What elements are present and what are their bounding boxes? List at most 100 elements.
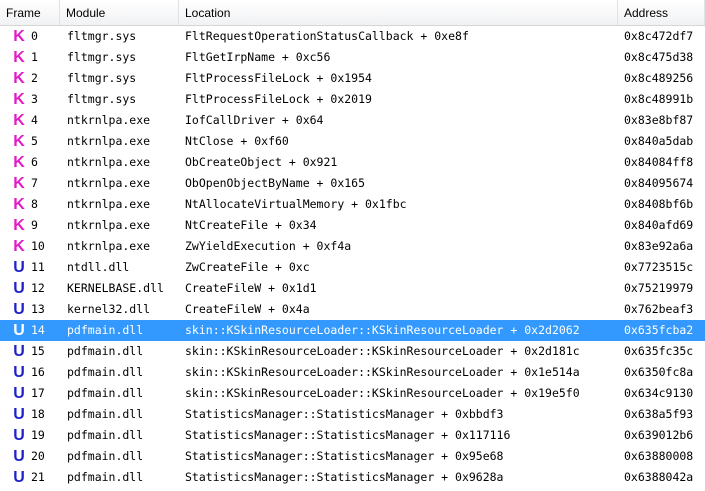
module-name: pdfmain.dll — [67, 407, 144, 421]
module-name: fltmgr.sys — [67, 71, 137, 85]
frame-number: 7 — [31, 176, 38, 190]
column-header-address[interactable]: Address — [618, 0, 705, 25]
location: skin::KSkinResourceLoader::KSkinResource… — [185, 365, 580, 379]
location: IofCallDriver + 0x64 — [185, 113, 324, 127]
module-name: pdfmain.dll — [67, 449, 144, 463]
address: 0x639012b6 — [624, 428, 694, 442]
module-name: pdfmain.dll — [67, 365, 144, 379]
address: 0x8c472df7 — [624, 29, 694, 43]
frame-number: 2 — [31, 71, 38, 85]
location: NtCreateFile + 0x34 — [185, 218, 317, 232]
address: 0x840afd69 — [624, 218, 694, 232]
location: skin::KSkinResourceLoader::KSkinResource… — [185, 344, 580, 358]
frame-number: 6 — [31, 155, 38, 169]
kernel-mode-icon: K — [13, 217, 25, 234]
module-name: ntkrnlpa.exe — [67, 239, 151, 253]
module-name: ntkrnlpa.exe — [67, 176, 151, 190]
table-row[interactable]: U 20 pdfmain.dll StatisticsManager::Statist… — [0, 446, 705, 467]
user-mode-icon: U — [13, 259, 25, 276]
frame-number: 14 — [31, 323, 45, 337]
table-row[interactable]: U 21 pdfmain.dll StatisticsManager::Statist… — [0, 467, 705, 488]
table-row[interactable]: U 13 kernel32.dll CreateFileW + 0x4a 0x762be… — [0, 299, 705, 320]
location: ZwCreateFile + 0xc — [185, 260, 310, 274]
frame-number: 1 — [31, 50, 38, 64]
frame-number: 10 — [31, 239, 45, 253]
address: 0x83e8bf87 — [624, 113, 694, 127]
table-row[interactable]: K 9 ntkrnlpa.exe NtCreateFile + 0x34 0x840af… — [0, 215, 705, 236]
user-mode-icon: U — [13, 448, 25, 465]
module-name: pdfmain.dll — [67, 344, 144, 358]
module-name: pdfmain.dll — [67, 470, 144, 484]
kernel-mode-icon: K — [13, 175, 25, 192]
table-row[interactable]: U 15 pdfmain.dll skin::KSkinResourceLoader:… — [0, 341, 705, 362]
address: 0x84084ff8 — [624, 155, 694, 169]
location: StatisticsManager::StatisticsManager + 0… — [185, 407, 504, 421]
location: FltProcessFileLock + 0x1954 — [185, 71, 372, 85]
user-mode-icon: U — [13, 406, 25, 423]
frame-number: 16 — [31, 365, 45, 379]
location: StatisticsManager::StatisticsManager + 0… — [185, 449, 504, 463]
table-row[interactable]: U 18 pdfmain.dll StatisticsManager::Statist… — [0, 404, 705, 425]
table-row[interactable]: K 4 ntkrnlpa.exe IofCallDriver + 0x64 0x83e8… — [0, 110, 705, 131]
kernel-mode-icon: K — [13, 112, 25, 129]
location: StatisticsManager::StatisticsManager + 0… — [185, 428, 511, 442]
table-row[interactable]: K 0 fltmgr.sys FltRequestOperationStatusCal… — [0, 26, 705, 47]
location: StatisticsManager::StatisticsManager + 0… — [185, 470, 504, 484]
module-name: ntkrnlpa.exe — [67, 155, 151, 169]
user-mode-icon: U — [13, 469, 25, 486]
table-row[interactable]: K 5 ntkrnlpa.exe NtClose + 0xf60 0x840a5dab — [0, 131, 705, 152]
frame-number: 0 — [31, 29, 38, 43]
table-row[interactable]: K 2 fltmgr.sys FltProcessFileLock + 0x1954 0… — [0, 68, 705, 89]
user-mode-icon: U — [13, 301, 25, 318]
frame-number: 12 — [31, 281, 45, 295]
frame-number: 4 — [31, 113, 38, 127]
column-header-location[interactable]: Location — [179, 0, 618, 25]
user-mode-icon: U — [13, 427, 25, 444]
table-row[interactable]: K 7 ntkrnlpa.exe ObOpenObjectByName + 0x165… — [0, 173, 705, 194]
location: CreateFileW + 0x4a — [185, 302, 310, 316]
table-row[interactable]: U 19 pdfmain.dll StatisticsManager::Statist… — [0, 425, 705, 446]
user-mode-icon: U — [13, 280, 25, 297]
location: ZwYieldExecution + 0xf4a — [185, 239, 352, 253]
table-row[interactable]: K 3 fltmgr.sys FltProcessFileLock + 0x2019 0… — [0, 89, 705, 110]
address: 0x75219979 — [624, 281, 694, 295]
frame-number: 15 — [31, 344, 45, 358]
frame-number: 20 — [31, 449, 45, 463]
table-row[interactable]: K 6 ntkrnlpa.exe ObCreateObject + 0x921 0x84… — [0, 152, 705, 173]
address: 0x7723515c — [624, 260, 694, 274]
address: 0x8c48991b — [624, 92, 694, 106]
module-name: ntkrnlpa.exe — [67, 197, 151, 211]
table-row[interactable]: K 10 ntkrnlpa.exe ZwYieldExecution + 0xf4a 0… — [0, 236, 705, 257]
address: 0x638a5f93 — [624, 407, 694, 421]
address: 0x63880008 — [624, 449, 694, 463]
location: FltGetIrpName + 0xc56 — [185, 50, 331, 64]
module-name: kernel32.dll — [67, 302, 151, 316]
table-row[interactable]: U 12 KERNELBASE.dll CreateFileW + 0x1d1 0x75… — [0, 278, 705, 299]
table-header: Frame Module Location Address — [0, 0, 705, 26]
user-mode-icon: U — [13, 385, 25, 402]
kernel-mode-icon: K — [13, 154, 25, 171]
column-header-module[interactable]: Module — [60, 0, 179, 25]
location: NtAllocateVirtualMemory + 0x1fbc — [185, 197, 407, 211]
user-mode-icon: U — [13, 322, 25, 339]
table-row[interactable]: K 8 ntkrnlpa.exe NtAllocateVirtualMemory + … — [0, 194, 705, 215]
table-row[interactable]: U 17 pdfmain.dll skin::KSkinResourceLoader:… — [0, 383, 705, 404]
kernel-mode-icon: K — [13, 238, 25, 255]
address: 0x84095674 — [624, 176, 694, 190]
module-name: ntdll.dll — [67, 260, 130, 274]
location: NtClose + 0xf60 — [185, 134, 289, 148]
stack-trace-table: Frame Module Location Address K 0 fltmgr.s… — [0, 0, 705, 491]
table-row[interactable]: U 14 pdfmain.dll skin::KSkinResourceLoader:… — [0, 320, 705, 341]
table-row[interactable]: K 1 fltmgr.sys FltGetIrpName + 0xc56 0x8c475… — [0, 47, 705, 68]
column-header-frame[interactable]: Frame — [0, 0, 60, 25]
kernel-mode-icon: K — [13, 133, 25, 150]
address: 0x762beaf3 — [624, 302, 694, 316]
table-row[interactable]: U 11 ntdll.dll ZwCreateFile + 0xc 0x7723515c — [0, 257, 705, 278]
module-name: KERNELBASE.dll — [67, 281, 164, 295]
user-mode-icon: U — [13, 364, 25, 381]
kernel-mode-icon: K — [13, 28, 25, 45]
address: 0x8408bf6b — [624, 197, 694, 211]
table-row[interactable]: U 16 pdfmain.dll skin::KSkinResourceLoader:… — [0, 362, 705, 383]
frame-number: 19 — [31, 428, 45, 442]
address: 0x83e92a6a — [624, 239, 694, 253]
